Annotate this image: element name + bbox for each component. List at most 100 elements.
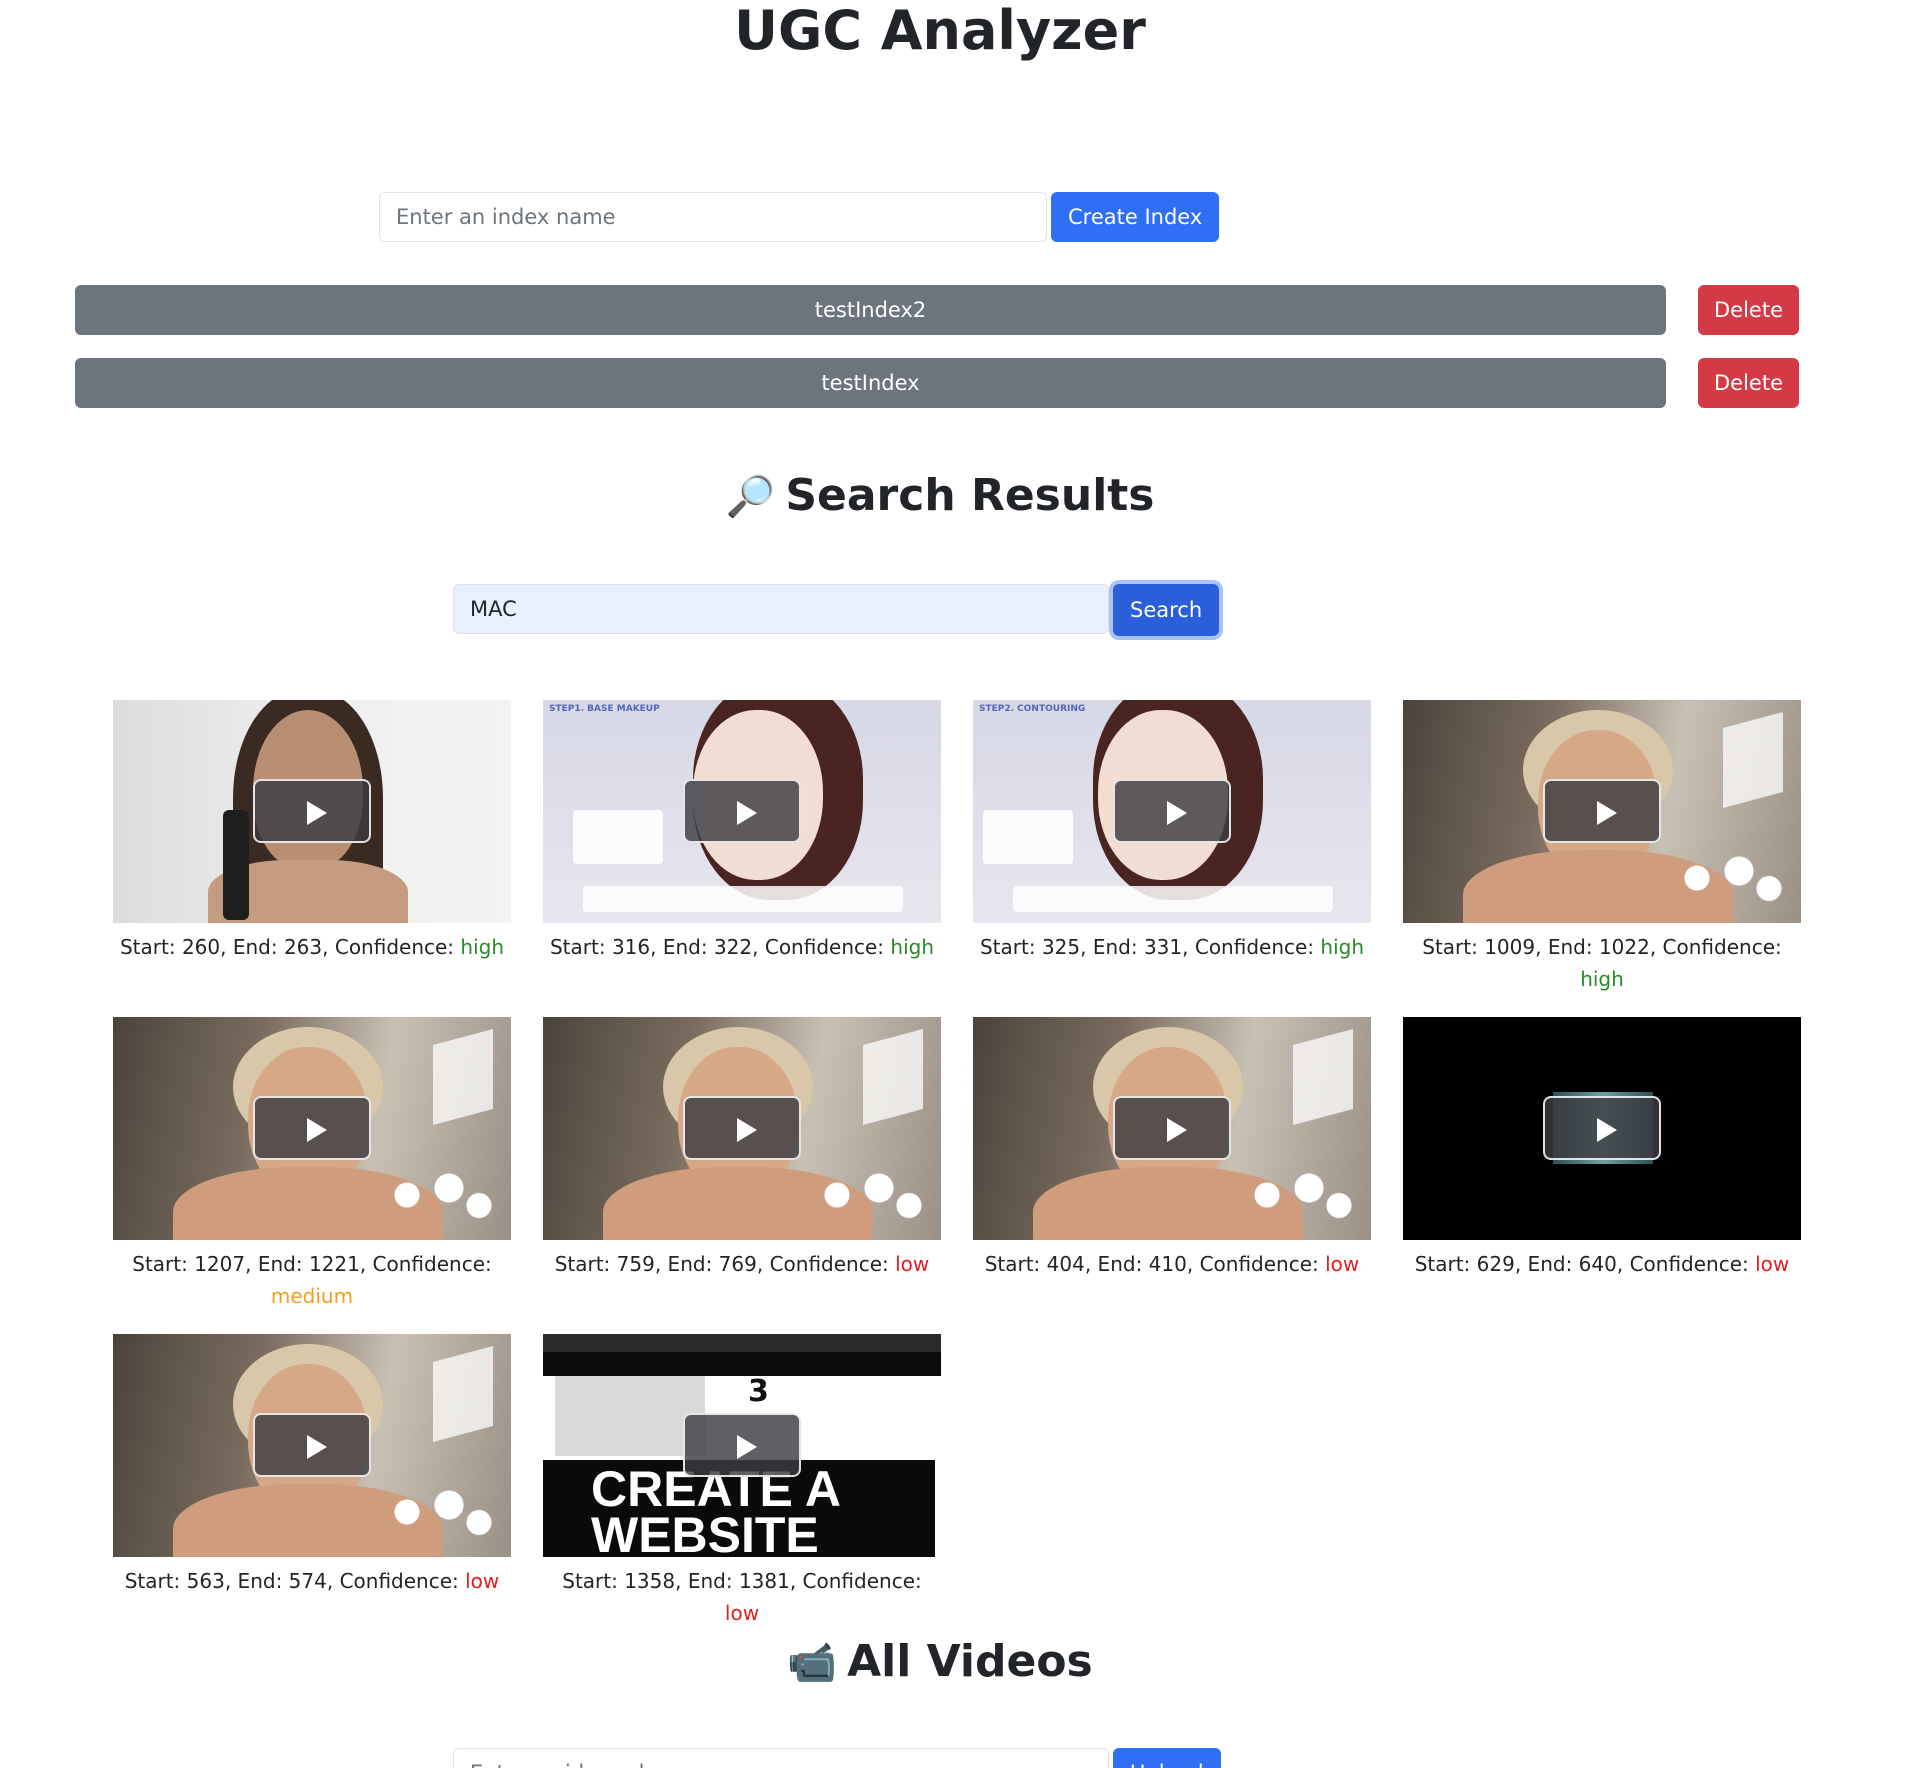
result-end: 1221 bbox=[308, 1252, 360, 1276]
play-icon[interactable] bbox=[683, 1413, 801, 1477]
video-url-input[interactable] bbox=[453, 1748, 1109, 1768]
result-card: Start: 1009, End: 1022, Confidence: high bbox=[1403, 700, 1801, 995]
play-icon[interactable] bbox=[683, 779, 801, 843]
upload-button[interactable]: Upload bbox=[1113, 1748, 1221, 1768]
index-select-button[interactable]: testIndex2 bbox=[75, 285, 1666, 335]
thumbnail-scene bbox=[433, 1345, 493, 1443]
video-thumbnail[interactable] bbox=[543, 1017, 941, 1240]
result-caption: Start: 404, End: 410, Confidence: low bbox=[973, 1248, 1371, 1280]
search-input[interactable] bbox=[453, 584, 1109, 634]
search-results-title: Search Results bbox=[785, 470, 1155, 521]
result-card: Start: 629, End: 640, Confidence: low bbox=[1403, 1017, 1801, 1312]
search-button[interactable]: Search bbox=[1113, 584, 1220, 636]
page-title: UGC Analyzer bbox=[734, 0, 1146, 62]
video-thumbnail[interactable]: 3 CREATE A WEBSITE bbox=[543, 1334, 941, 1557]
caption-end-label: , End: bbox=[245, 1252, 309, 1276]
result-card: Start: 260, End: 263, Confidence: high bbox=[113, 700, 511, 995]
video-thumbnail[interactable] bbox=[1403, 1017, 1801, 1240]
thumbnail-scene bbox=[1293, 1028, 1353, 1126]
play-icon[interactable] bbox=[683, 1096, 801, 1160]
index-name-input[interactable] bbox=[379, 192, 1047, 242]
result-card: 3 CREATE A WEBSITE Start: 1358, End: 138… bbox=[543, 1334, 941, 1629]
result-card: STEP1. BASE MAKEUP Start: 316, End: 322,… bbox=[543, 700, 941, 995]
result-confidence: low bbox=[724, 1601, 760, 1625]
thumbnail-number: 3 bbox=[748, 1374, 769, 1409]
thumbnail-banner-text: CREATE A WEBSITE bbox=[591, 1461, 840, 1557]
result-confidence: low bbox=[895, 1252, 930, 1276]
play-icon[interactable] bbox=[1543, 779, 1661, 843]
play-icon[interactable] bbox=[253, 1413, 371, 1477]
play-icon[interactable] bbox=[1113, 1096, 1231, 1160]
all-videos-title: All Videos bbox=[847, 1636, 1093, 1687]
play-icon[interactable] bbox=[253, 1096, 371, 1160]
caption-confidence-label: , Confidence: bbox=[1649, 935, 1782, 959]
result-confidence: low bbox=[1325, 1252, 1360, 1276]
video-thumbnail[interactable] bbox=[113, 700, 511, 923]
thumbnail-scene bbox=[863, 1028, 923, 1126]
search-results-heading: 🔎 Search Results bbox=[0, 468, 1880, 525]
caption-end-label: , End: bbox=[1080, 935, 1144, 959]
result-start: 260 bbox=[181, 935, 221, 959]
thumbnail-scene bbox=[983, 810, 1073, 864]
caption-end-label: , End: bbox=[1535, 935, 1599, 959]
result-end: 1022 bbox=[1598, 935, 1650, 959]
result-card: Start: 563, End: 574, Confidence: low bbox=[113, 1334, 511, 1629]
video-thumbnail[interactable]: STEP2. CONTOURING bbox=[973, 700, 1371, 923]
magnifier-icon: 🔎 bbox=[725, 474, 776, 520]
caption-start-label: Start: bbox=[1422, 935, 1485, 959]
result-start: 316 bbox=[611, 935, 651, 959]
result-start: 629 bbox=[1476, 1252, 1515, 1276]
index-row: testIndex2 Delete bbox=[75, 285, 1804, 335]
result-confidence: high bbox=[890, 935, 935, 959]
result-start: 1358 bbox=[624, 1569, 676, 1593]
video-camera-icon: 📹 bbox=[787, 1640, 838, 1686]
caption-start-label: Start: bbox=[562, 1569, 625, 1593]
caption-start-label: Start: bbox=[549, 935, 612, 959]
video-thumbnail[interactable]: STEP1. BASE MAKEUP bbox=[543, 700, 941, 923]
play-icon[interactable] bbox=[253, 779, 371, 843]
delete-index-button[interactable]: Delete bbox=[1698, 358, 1799, 408]
thumbnail-label: STEP1. BASE MAKEUP bbox=[549, 704, 660, 714]
play-icon[interactable] bbox=[1543, 1096, 1661, 1160]
result-confidence: low bbox=[465, 1569, 500, 1593]
video-thumbnail[interactable] bbox=[1403, 700, 1801, 923]
video-thumbnail[interactable] bbox=[113, 1017, 511, 1240]
upload-video-form: Upload bbox=[453, 1748, 1221, 1768]
result-caption: Start: 316, End: 322, Confidence: high bbox=[543, 931, 941, 963]
thumbnail-scene bbox=[1013, 886, 1333, 912]
create-index-button[interactable]: Create Index bbox=[1051, 192, 1220, 242]
caption-start-label: Start: bbox=[984, 1252, 1047, 1276]
play-icon[interactable] bbox=[1113, 779, 1231, 843]
result-start: 759 bbox=[616, 1252, 655, 1276]
search-results-grid: Start: 260, End: 263, Confidence: high S… bbox=[113, 700, 1803, 1629]
caption-confidence-label: , Confidence: bbox=[1186, 1252, 1326, 1276]
caption-start-label: Start: bbox=[554, 1252, 617, 1276]
result-start: 325 bbox=[1041, 935, 1081, 959]
result-caption: Start: 260, End: 263, Confidence: high bbox=[113, 931, 511, 963]
thumbnail-scene bbox=[543, 1334, 941, 1352]
result-end: 322 bbox=[713, 935, 753, 959]
result-card: Start: 1207, End: 1221, Confidence: medi… bbox=[113, 1017, 511, 1312]
index-select-button[interactable]: testIndex bbox=[75, 358, 1666, 408]
result-start: 404 bbox=[1046, 1252, 1085, 1276]
caption-end-label: , End: bbox=[220, 935, 284, 959]
caption-end-label: , End: bbox=[654, 1252, 719, 1276]
result-end: 1381 bbox=[738, 1569, 790, 1593]
result-confidence: low bbox=[1755, 1252, 1790, 1276]
video-thumbnail[interactable] bbox=[113, 1334, 511, 1557]
caption-start-label: Start: bbox=[124, 1569, 187, 1593]
caption-confidence-label: , Confidence: bbox=[789, 1569, 922, 1593]
caption-confidence-label: , Confidence: bbox=[756, 1252, 896, 1276]
result-card: STEP2. CONTOURING Start: 325, End: 331, … bbox=[973, 700, 1371, 995]
caption-start-label: Start: bbox=[119, 935, 182, 959]
thumbnail-scene bbox=[573, 810, 663, 864]
caption-start-label: Start: bbox=[1414, 1252, 1477, 1276]
caption-end-label: , End: bbox=[675, 1569, 739, 1593]
thumbnail-scene bbox=[1723, 711, 1783, 809]
delete-index-button[interactable]: Delete bbox=[1698, 285, 1799, 335]
result-caption: Start: 1009, End: 1022, Confidence: high bbox=[1403, 931, 1801, 995]
result-caption: Start: 563, End: 574, Confidence: low bbox=[113, 1565, 511, 1597]
result-confidence: high bbox=[460, 935, 505, 959]
result-caption: Start: 1207, End: 1221, Confidence: medi… bbox=[113, 1248, 511, 1312]
video-thumbnail[interactable] bbox=[973, 1017, 1371, 1240]
